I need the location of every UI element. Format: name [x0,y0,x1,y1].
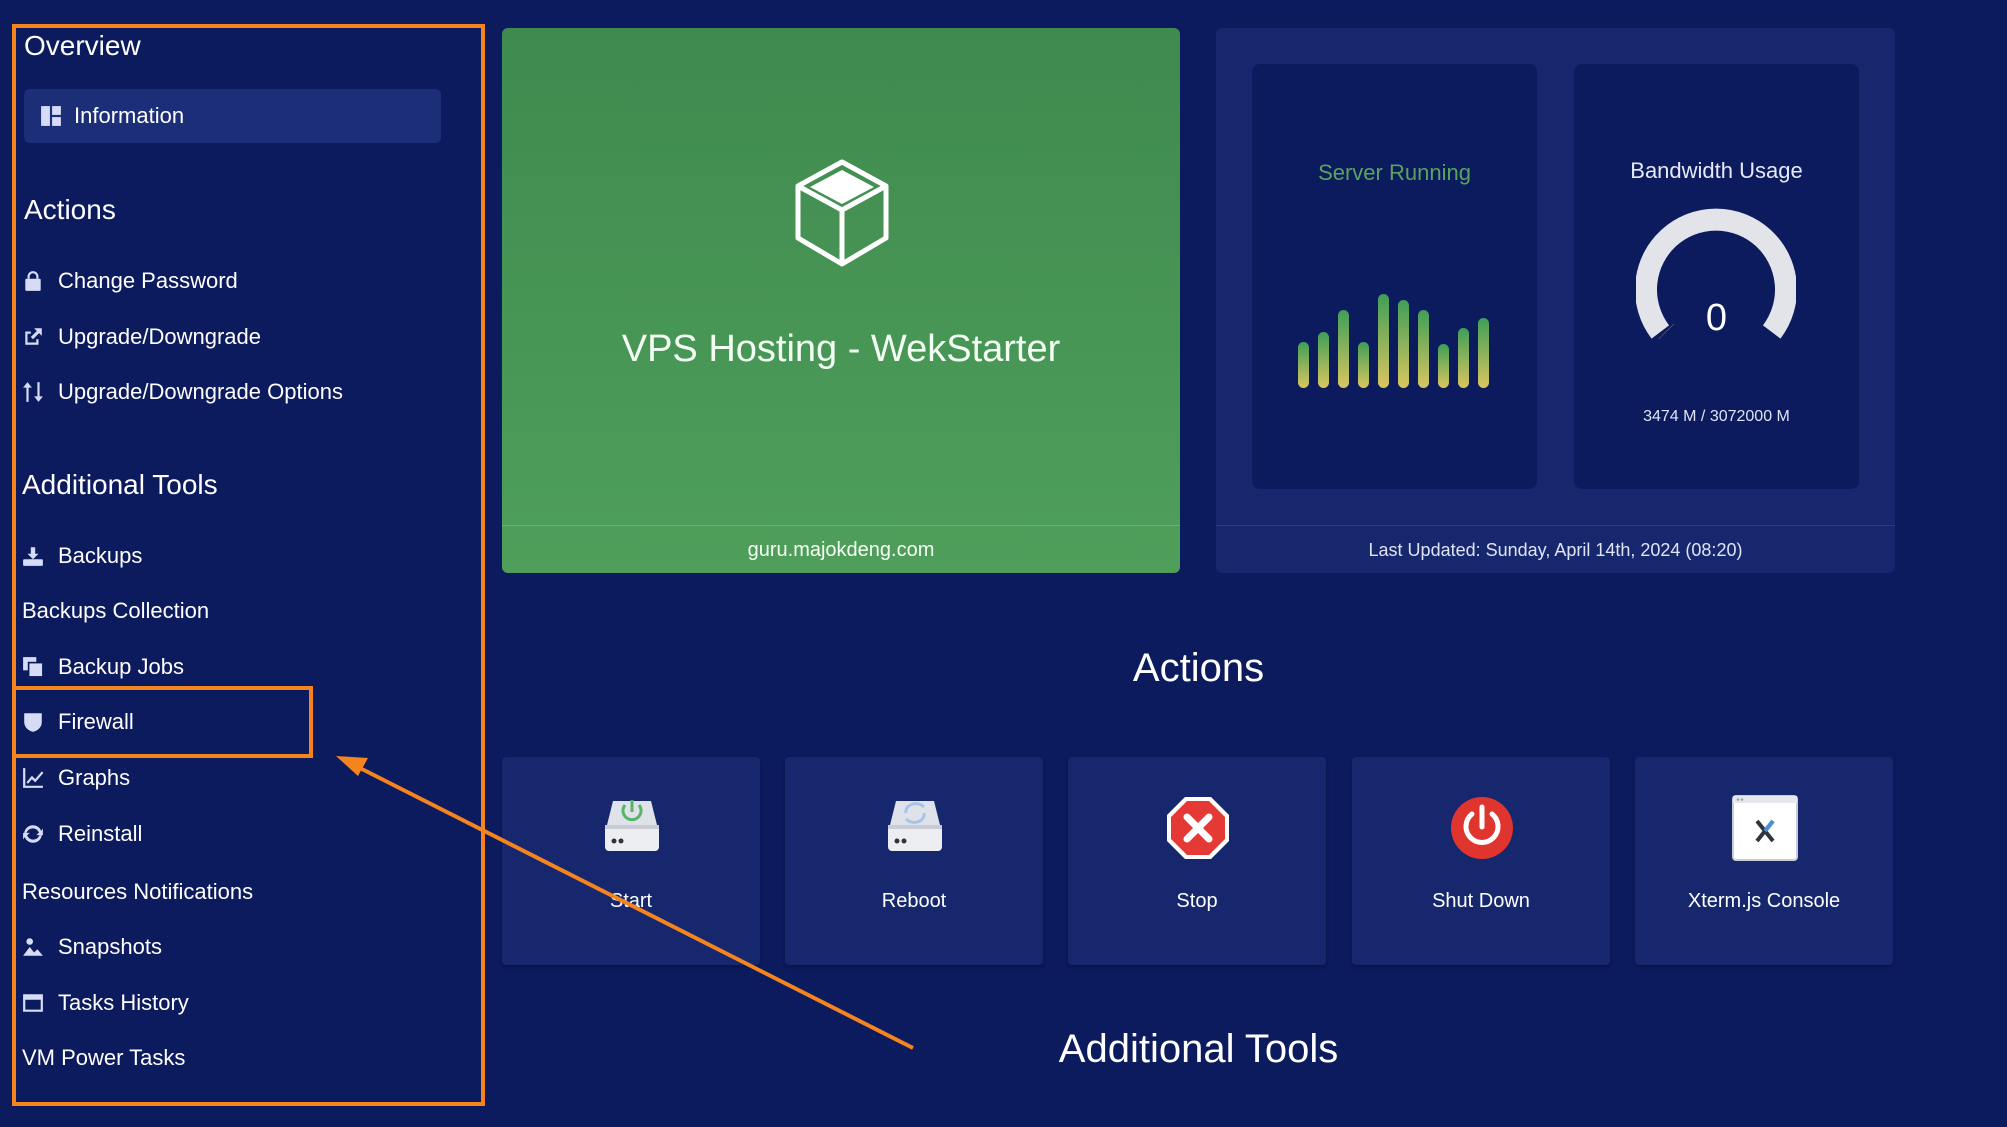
start-drive-icon [605,800,659,851]
product-hostname: guru.majokdeng.com [502,525,1180,573]
terminal-window-icon [1732,795,1798,861]
shut-down-button[interactable]: Shut Down [1352,757,1610,965]
sidebar-item-label: Firewall [58,709,134,734]
power-icon [1451,797,1513,859]
action-label: Xterm.js Console [1687,890,1841,912]
sidebar-item-label: Change Password [58,268,238,293]
sidebar: Overview Information Actions Change Pass… [0,0,490,1110]
reboot-drive-icon [888,801,942,851]
server-running-label: Server Running [1318,160,1471,185]
action-label: Start [609,890,653,912]
lock-icon [22,270,58,292]
sidebar-item-label: Backups [58,543,143,568]
bandwidth-usage-label: Bandwidth Usage [1630,158,1803,183]
status-panel: Server Running Bandwidth Usage 0 3474 M … [1216,28,1895,573]
cube-icon [795,159,889,267]
image-icon [22,936,58,958]
sidebar-item-label: Tasks History [58,990,189,1015]
refresh-icon [22,823,58,845]
sidebar-item-label: Backups Collection [22,598,210,623]
sidebar-item-firewall[interactable]: Firewall [22,700,462,744]
xterm-console-button[interactable]: Xterm.js Console [1635,757,1893,965]
action-label: Shut Down [1432,890,1530,912]
sidebar-item-tasks-history[interactable]: Tasks History [22,981,462,1025]
sidebar-item-backups-collection[interactable]: Backups Collection [22,589,462,633]
dashboard-icon [40,105,74,127]
sidebar-item-resources-notifications[interactable]: Resources Notifications [22,870,462,914]
last-updated-text: Last Updated: Sunday, April 14th, 2024 (… [1216,525,1895,573]
reboot-button[interactable]: Reboot [785,757,1043,965]
line-chart-icon [22,767,58,789]
sidebar-item-label: Resources Notifications [22,879,254,904]
sidebar-item-label: Upgrade/Downgrade Options [58,379,343,404]
stop-button[interactable]: Stop [1068,757,1326,965]
bandwidth-value: 0 [1705,297,1728,339]
start-button[interactable]: Start [502,757,760,965]
sidebar-item-graphs[interactable]: Graphs [22,756,462,800]
sidebar-item-information[interactable]: Information [24,89,441,143]
overview-title: Overview [24,30,141,61]
sidebar-item-label: Reinstall [58,821,143,846]
actions-title: Actions [24,194,116,225]
shield-icon [22,711,58,733]
sidebar-item-label: Snapshots [58,934,162,959]
backup-drive-icon [22,545,58,567]
sidebar-item-upgrade-downgrade[interactable]: Upgrade/Downgrade [22,315,462,359]
window-icon [22,992,58,1014]
additional-tools-heading: Additional Tools [1058,1027,1339,1071]
product-card: VPS Hosting - WekStarter guru.majokdeng.… [502,28,1180,573]
sidebar-item-label: Information [74,103,185,128]
sort-arrows-icon [22,381,58,403]
sidebar-item-label: Upgrade/Downgrade [58,324,262,349]
activity-bars-icon [1298,294,1489,388]
bandwidth-box: Bandwidth Usage 0 3474 M / 3072000 M [1574,64,1859,489]
sidebar-item-backups[interactable]: Backups [22,534,462,578]
stop-icon [1167,797,1229,859]
action-label: Stop [1176,890,1218,912]
sidebar-item-snapshots[interactable]: Snapshots [22,925,462,969]
action-label: Reboot [881,890,947,912]
sidebar-item-change-password[interactable]: Change Password [22,259,462,303]
server-status-box: Server Running [1252,64,1537,489]
additional-tools-title: Additional Tools [22,469,218,500]
actions-heading: Actions [1132,646,1265,690]
sidebar-item-label: Graphs [58,765,131,790]
product-name: VPS Hosting - WekStarter [621,328,1061,370]
bandwidth-detail: 3474 M / 3072000 M [1643,408,1790,425]
sidebar-item-reinstall[interactable]: Reinstall [22,812,462,856]
external-link-icon [22,326,58,348]
sidebar-item-upgrade-downgrade-options[interactable]: Upgrade/Downgrade Options [22,370,462,414]
